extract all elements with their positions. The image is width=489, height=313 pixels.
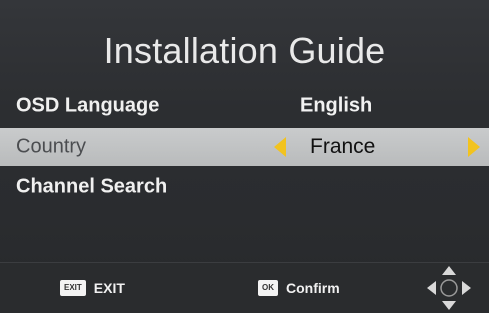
page-title: Installation Guide [103,30,386,71]
ok-key-icon: OK [258,280,278,296]
footer-bar: EXIT EXIT OK Confirm [0,262,489,313]
exit-button-label: EXIT [93,280,125,296]
right-arrow-icon[interactable] [468,137,480,157]
confirm-button-label: Confirm [286,280,340,296]
menu-item-value: France [310,135,376,158]
menu-item-label: Country [16,135,87,158]
menu-item-label: OSD Language [16,94,160,117]
menu-item-channel-search[interactable]: Channel Search [0,168,489,206]
exit-key-icon: EXIT [60,280,86,296]
menu-item-value: English [300,94,373,117]
confirm-button[interactable]: OK Confirm [258,280,340,296]
left-arrow-icon[interactable] [274,137,286,157]
dpad-arrows-icon [427,266,471,310]
menu-item-country[interactable]: Country France [0,128,489,166]
menu-item-label: Channel Search [16,175,168,198]
installation-guide-screen: Installation Guide OSD Language English … [0,0,489,313]
exit-button[interactable]: EXIT EXIT [60,280,125,296]
menu-item-osd-language[interactable]: OSD Language English [0,87,489,125]
